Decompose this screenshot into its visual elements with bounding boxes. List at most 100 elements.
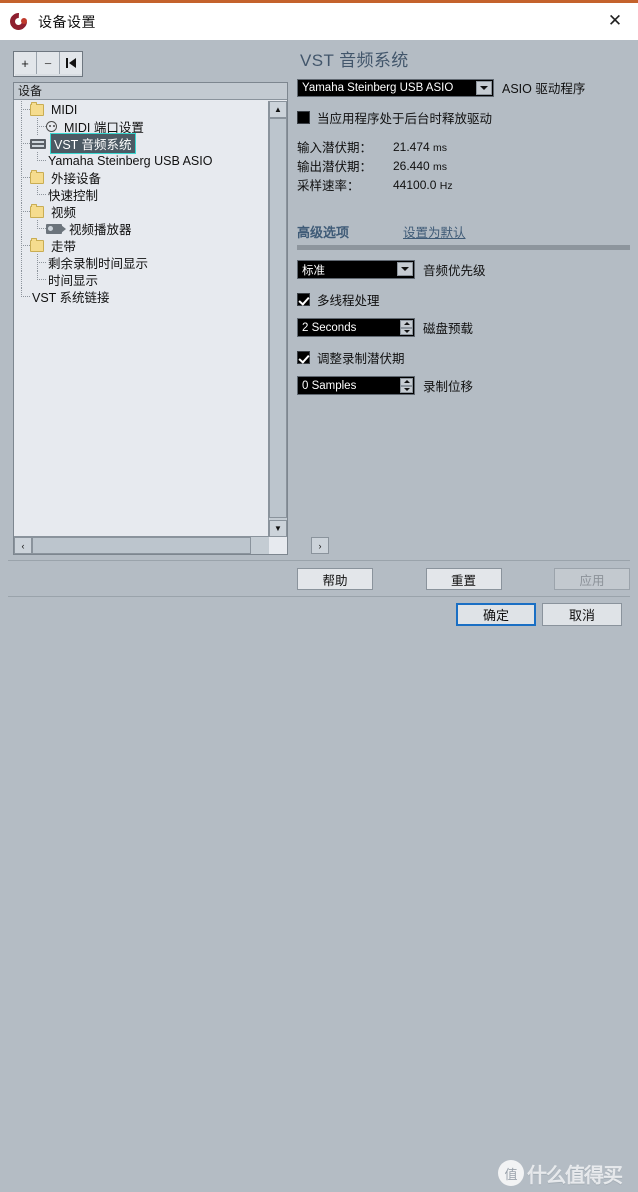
info-row-input-latency: 输入潜伏期： 21.474 ms bbox=[297, 137, 630, 156]
tree-guide bbox=[14, 169, 30, 186]
info-unit: ms bbox=[433, 160, 448, 173]
device-toolbar: + − bbox=[13, 51, 83, 77]
tree-guide bbox=[14, 220, 30, 237]
tree-item-yamaha-asio[interactable]: Yamaha Steinberg USB ASIO bbox=[14, 152, 269, 169]
pane-bottom-divider bbox=[8, 560, 630, 561]
adjust-rec-latency-row[interactable]: 调整录制潜伏期 bbox=[297, 348, 630, 367]
scroll-up-icon[interactable]: ▲ bbox=[269, 101, 287, 118]
device-tree-panel: 设备 MIDI MIDI 端口设置 VST 音频系统 Yamaha Steinb… bbox=[13, 82, 329, 555]
tree-guide bbox=[30, 186, 46, 203]
rec-shift-label: 录制位移 bbox=[423, 380, 474, 394]
set-as-default-link[interactable]: 设置为默认 bbox=[403, 222, 466, 241]
rec-shift-stepper[interactable]: 0 Samples bbox=[297, 376, 415, 395]
pane-title: VST 音频系统 bbox=[300, 51, 409, 70]
tree-item-video[interactable]: 视频 bbox=[14, 203, 269, 220]
audio-priority-select[interactable]: 标准 bbox=[297, 260, 415, 279]
cancel-button[interactable]: 取消 bbox=[542, 603, 622, 626]
stepper-up-icon[interactable] bbox=[400, 378, 413, 386]
cubase-logo-icon bbox=[6, 8, 31, 34]
folder-icon bbox=[30, 169, 44, 184]
release-driver-row[interactable]: 当应用程序处于后台时释放驱动 bbox=[297, 108, 630, 127]
adjust-rec-latency-label: 调整录制潜伏期 bbox=[317, 352, 405, 366]
pane-button-bar: 帮助 重置 应用 bbox=[297, 567, 630, 591]
multiprocessing-row[interactable]: 多线程处理 bbox=[297, 290, 630, 309]
horizontal-scroll-thumb[interactable] bbox=[32, 537, 251, 554]
reset-button[interactable]: 重置 bbox=[425, 568, 502, 590]
tree-item-vst-system-link[interactable]: VST 系统链接 bbox=[14, 288, 269, 305]
info-value: 26.440 ms bbox=[393, 159, 447, 173]
asio-driver-label: ASIO 驱动程序 bbox=[502, 82, 586, 96]
device-setup-window: 设备设置 ✕ + − 设备 MIDI MIDI 端口设置 VST 音频系统 Ya… bbox=[0, 0, 638, 1187]
apply-button[interactable]: 应用 bbox=[554, 568, 630, 590]
tree-guide bbox=[30, 152, 46, 169]
tree-item-quick-controls[interactable]: 快速控制 bbox=[14, 186, 269, 203]
device-tree[interactable]: MIDI MIDI 端口设置 VST 音频系统 Yamaha Steinberg… bbox=[14, 101, 269, 537]
tree-guide bbox=[14, 186, 30, 203]
reset-device-button[interactable] bbox=[60, 52, 82, 74]
adjust-rec-latency-checkbox[interactable] bbox=[297, 351, 310, 364]
help-button[interactable]: 帮助 bbox=[297, 568, 373, 590]
advanced-header: 高级选项 设置为默认 bbox=[297, 222, 630, 241]
audio-priority-label: 音频优先级 bbox=[423, 264, 486, 278]
disk-preload-row: 2 Seconds 磁盘预载 bbox=[297, 318, 630, 337]
vertical-scroll-thumb[interactable] bbox=[269, 118, 287, 518]
info-row-sample-rate: 采样速率： 44100.0 Hz bbox=[297, 175, 630, 194]
tree-guide bbox=[14, 288, 30, 305]
ok-button[interactable]: 确定 bbox=[456, 603, 536, 626]
vst-audio-icon bbox=[30, 138, 46, 149]
driver-row: Yamaha Steinberg USB ASIO ASIO 驱动程序 bbox=[297, 78, 630, 97]
scroll-down-icon[interactable]: ▼ bbox=[269, 520, 287, 537]
settings-pane: VST 音频系统 Yamaha Steinberg USB ASIO ASIO … bbox=[297, 46, 630, 560]
stepper-buttons[interactable] bbox=[400, 320, 413, 335]
folder-icon bbox=[30, 203, 44, 218]
disk-preload-value: 2 Seconds bbox=[302, 321, 357, 334]
stepper-up-icon[interactable] bbox=[400, 320, 413, 328]
tree-item-midi-port-setup[interactable]: MIDI 端口设置 bbox=[14, 118, 269, 135]
stepper-buttons[interactable] bbox=[400, 378, 413, 393]
chevron-down-icon[interactable] bbox=[397, 262, 413, 276]
info-number: 21.474 bbox=[393, 139, 430, 154]
tree-guide bbox=[30, 220, 46, 237]
disk-preload-stepper[interactable]: 2 Seconds bbox=[297, 318, 415, 337]
tree-item-transport[interactable]: 走带 bbox=[14, 237, 269, 254]
add-device-button[interactable]: + bbox=[14, 52, 37, 74]
tree-vertical-scrollbar[interactable]: ▲ ▼ bbox=[268, 101, 287, 537]
tree-item-midi[interactable]: MIDI bbox=[14, 101, 269, 118]
audio-priority-value: 标准 bbox=[302, 264, 325, 277]
reset-triangle-icon bbox=[69, 58, 76, 68]
tree-guide bbox=[14, 254, 30, 271]
remove-device-button[interactable]: − bbox=[37, 52, 60, 74]
stepper-down-icon[interactable] bbox=[400, 327, 413, 335]
video-player-icon bbox=[46, 223, 66, 234]
tree-item-vst-audio-system[interactable]: VST 音频系统 bbox=[14, 133, 269, 154]
tree-item-label: VST 系统链接 bbox=[32, 291, 110, 305]
chevron-down-icon[interactable] bbox=[476, 80, 492, 95]
watermark-overlay: 值 什么值得买 bbox=[498, 1154, 638, 1192]
tree-item-video-player[interactable]: 视频播放器 bbox=[14, 220, 269, 237]
folder-icon bbox=[30, 101, 44, 116]
tree-horizontal-scrollbar[interactable]: ‹ › bbox=[14, 536, 329, 554]
asio-driver-select[interactable]: Yamaha Steinberg USB ASIO bbox=[297, 78, 494, 97]
scroll-left-icon[interactable]: ‹ bbox=[14, 537, 32, 554]
tree-item-remaining-record-time[interactable]: 剩余录制时间显示 bbox=[14, 254, 269, 271]
title-bar: 设备设置 ✕ bbox=[0, 3, 638, 40]
release-driver-checkbox[interactable] bbox=[297, 111, 310, 124]
tree-guide bbox=[30, 118, 46, 135]
info-value: 44100.0 Hz bbox=[393, 178, 453, 192]
audio-priority-row: 标准 音频优先级 bbox=[297, 260, 630, 279]
tree-guide bbox=[14, 237, 30, 254]
asio-driver-value: Yamaha Steinberg USB ASIO bbox=[302, 81, 454, 94]
info-key: 采样速率： bbox=[297, 179, 360, 193]
info-value: 21.474 ms bbox=[393, 140, 447, 154]
tree-item-time-display[interactable]: 时间显示 bbox=[14, 271, 269, 288]
info-number: 44100.0 bbox=[393, 177, 437, 192]
watermark-text: 什么值得买 bbox=[527, 1164, 623, 1187]
close-icon[interactable]: ✕ bbox=[592, 3, 638, 40]
stepper-down-icon[interactable] bbox=[400, 385, 413, 393]
section-divider bbox=[297, 245, 630, 250]
tree-guide bbox=[14, 101, 30, 118]
disk-preload-label: 磁盘预载 bbox=[423, 322, 474, 336]
multiprocessing-checkbox[interactable] bbox=[297, 293, 310, 306]
tree-item-external-devices[interactable]: 外接设备 bbox=[14, 169, 269, 186]
folder-icon bbox=[30, 237, 44, 252]
